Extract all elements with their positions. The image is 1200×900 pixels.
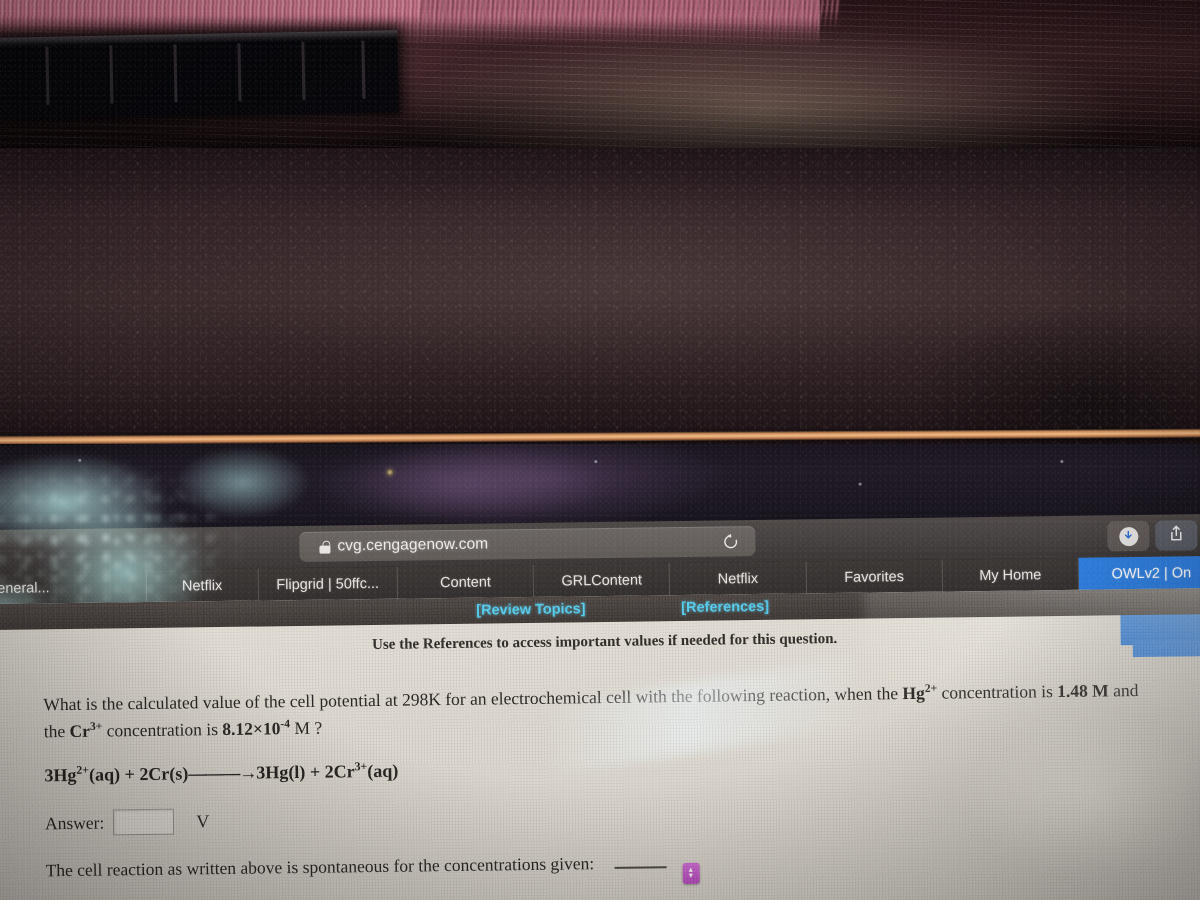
dust-speck	[1060, 459, 1064, 464]
download-icon	[1118, 526, 1138, 546]
question-value-hg: 1.48 M	[1057, 680, 1109, 702]
url-text: cvg.cengagenow.com	[337, 535, 489, 555]
references-note: Use the References to access important v…	[371, 630, 838, 654]
grille-slat	[109, 45, 114, 104]
dust-speck	[594, 460, 598, 464]
question-value-cr-exponent: -4	[280, 717, 291, 730]
grille-slat	[237, 43, 242, 102]
dust-speck	[858, 482, 862, 486]
grille-slat	[45, 46, 50, 105]
download-button[interactable]	[1107, 520, 1150, 552]
bookmark-grlcontent[interactable]: GRLContent	[533, 563, 671, 599]
question-part-4: concentration is	[102, 718, 223, 741]
grille-slat	[173, 44, 178, 103]
question-value-cr-mantissa: 8.12×10	[222, 717, 281, 739]
question-text: What is the calculated value of the cell…	[43, 677, 1164, 745]
eq-reactant2-state: (s)	[169, 763, 189, 784]
question-species-hg-charge: 2+	[924, 682, 938, 695]
question-part-1: What is the calculated value of the cell…	[43, 683, 903, 715]
bookmark-flipgrid[interactable]: Flipgrid | 50ffc...	[258, 566, 399, 603]
computer-screen: cvg.cengagenow.com General... Netflix Fl…	[0, 444, 1200, 900]
eq-reactant1-charge: 2+	[76, 762, 90, 777]
references-link[interactable]: [References]	[681, 599, 769, 616]
bookmark-general[interactable]: General...	[0, 569, 147, 607]
eq-reactant1-coef: 3	[44, 765, 54, 786]
reflection-highlight	[386, 468, 394, 476]
eq-product2-charge: 3+	[354, 759, 368, 774]
dust-speck	[78, 458, 82, 462]
grille-slat	[361, 40, 366, 99]
address-bar[interactable]: cvg.cengagenow.com	[299, 526, 756, 562]
stepper-updown-icon[interactable]: ▴ ▾	[682, 862, 700, 884]
spontaneity-row: The cell reaction as written above is sp…	[45, 852, 700, 888]
bookmark-netflix-2[interactable]: Netflix	[670, 561, 807, 598]
pink-fringe-blanket-secondary	[420, 0, 840, 30]
chemical-equation: 3Hg2+(aq) + 2Cr(s)———→3Hg(l) + 2Cr3+(aq)	[44, 759, 399, 787]
bookmark-favorites[interactable]: Favorites	[806, 559, 943, 596]
answer-unit: V	[196, 810, 210, 831]
question-species-hg: Hg	[902, 682, 925, 704]
bookmark-my-home[interactable]: My Home	[942, 557, 1080, 594]
share-icon	[1168, 524, 1184, 547]
eq-product2-state: (aq)	[367, 760, 399, 782]
bookmark-owlv2[interactable]: OWLv2 | On	[1078, 555, 1200, 592]
question-species-cr: Cr	[69, 720, 91, 741]
eq-reactant1: Hg	[53, 764, 77, 786]
bookmark-content[interactable]: Content	[397, 564, 535, 601]
review-topics-link[interactable]: [Review Topics]	[476, 601, 586, 618]
grille-slat	[301, 41, 306, 100]
answer-label: Answer:	[44, 812, 105, 833]
eq-plus-1: +	[119, 764, 140, 785]
eq-product2: Cr	[333, 761, 355, 782]
lock-icon	[319, 540, 331, 554]
eq-plus-2: +	[305, 761, 325, 782]
question-part-2: concentration is	[937, 681, 1058, 703]
eq-reactant1-state: (aq)	[88, 764, 121, 785]
reload-icon[interactable]	[722, 533, 739, 550]
web-page-content: [Review Topics] [References] Use the Ref…	[0, 587, 1200, 900]
chevron-down-icon: ▾	[688, 870, 693, 880]
answer-input[interactable]	[113, 808, 175, 836]
question-value-cr-unit: M ?	[289, 717, 323, 738]
eq-reaction-arrow: ———→	[188, 762, 257, 784]
bookmark-netflix-1[interactable]: Netflix	[146, 568, 259, 604]
eq-reactant2-coef: 2	[139, 763, 149, 785]
screen-reflection-smudge	[312, 444, 614, 526]
spontaneity-select-blank[interactable]	[614, 866, 667, 869]
spontaneity-text: The cell reaction as written above is sp…	[45, 853, 595, 881]
eq-product1-state: (l)	[288, 761, 306, 783]
photo-of-screen: cvg.cengagenow.com General... Netflix Fl…	[0, 0, 1200, 900]
question-species-cr-charge: 3+	[89, 720, 103, 733]
leather-surface	[0, 148, 1200, 448]
eq-product1: Hg	[265, 762, 289, 783]
eq-reactant2: Cr	[148, 763, 170, 784]
dark-vent-grille	[0, 30, 399, 120]
answer-row: Answer: V	[45, 808, 210, 836]
screen-glare-spot	[945, 708, 1189, 900]
share-button[interactable]	[1155, 520, 1198, 551]
eq-product1-coef: 3	[256, 762, 266, 783]
